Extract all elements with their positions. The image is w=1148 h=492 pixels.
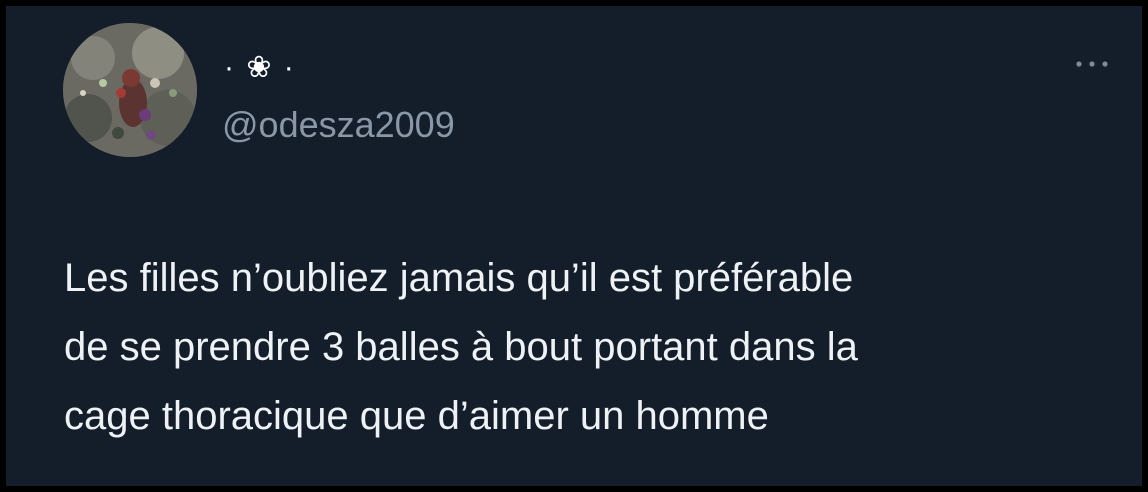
avatar[interactable] <box>63 23 197 157</box>
tweet-text-line: cage thoracique que d’aimer un homme <box>64 394 769 438</box>
tweet-text-line: Les filles n’oubliez jamais qu’il est pr… <box>64 256 854 300</box>
more-horizontal-icon <box>1076 61 1108 67</box>
user-handle[interactable]: @odesza2009 <box>222 104 455 146</box>
tweet-text: Les filles n’oubliez jamais qu’il est pr… <box>64 244 1104 451</box>
avatar-image <box>63 23 197 157</box>
tweet-card: · ❀ · @odesza2009 Les filles n’oubliez j… <box>0 0 1148 492</box>
tweet-text-line: de se prendre 3 balles à bout portant da… <box>64 325 858 369</box>
display-name[interactable]: · ❀ · <box>224 50 296 85</box>
more-options-button[interactable] <box>1070 56 1114 72</box>
